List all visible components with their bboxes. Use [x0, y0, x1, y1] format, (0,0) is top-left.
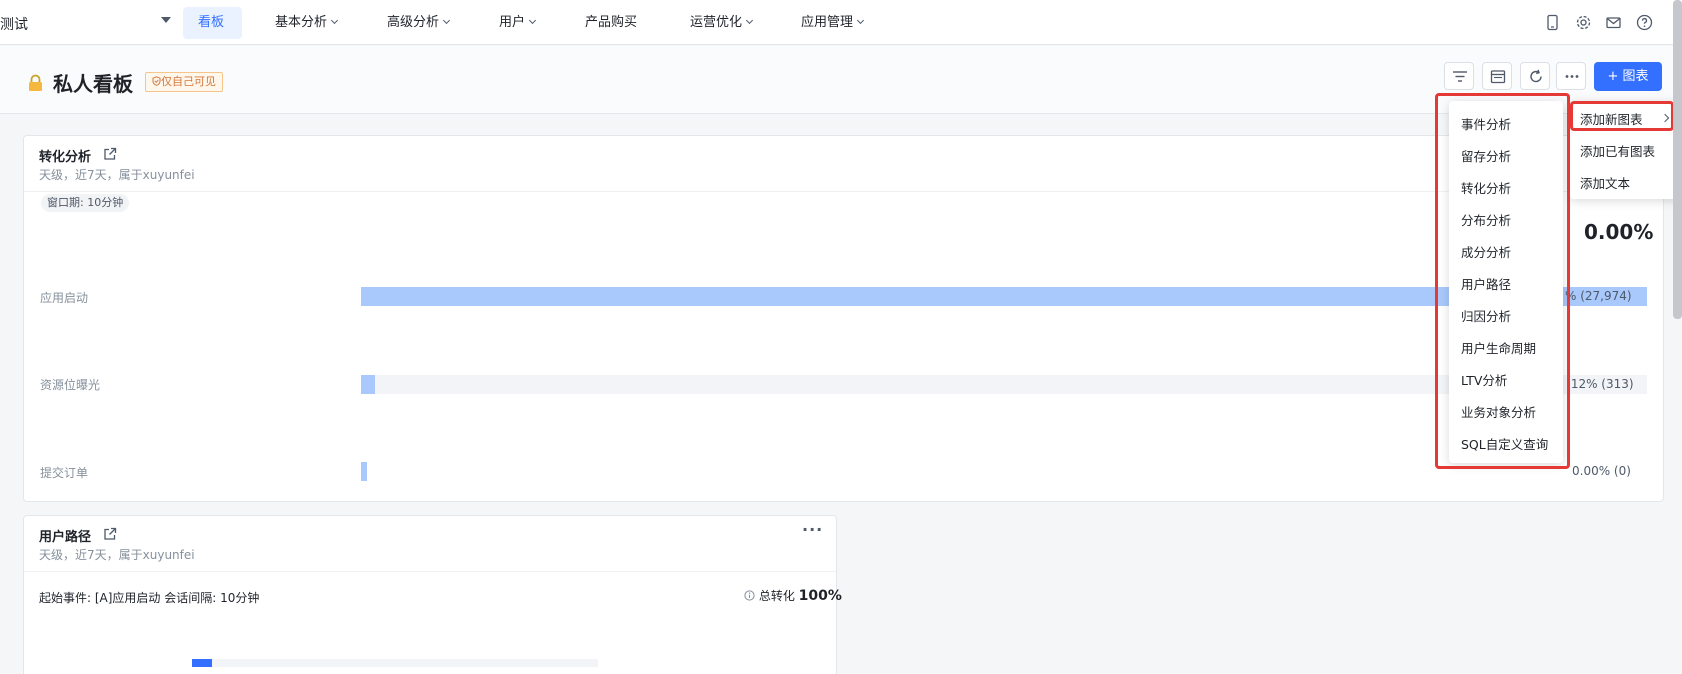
- funnel-bar: [361, 462, 367, 481]
- start-event-info: 起始事件: [A]应用启动 会话间隔: 10分钟: [39, 591, 260, 605]
- menu-item-add-text[interactable]: 添加文本: [1580, 173, 1630, 192]
- user-path-card: 用户路径 天级，近7天，属于xuyunfei ··· 起始事件: [A]应用启动…: [23, 515, 842, 674]
- divider: [24, 571, 836, 572]
- dashboard-header: 私人看板 仅自己可见 + 图表: [0, 46, 1682, 114]
- nav-label: 用户: [499, 15, 526, 30]
- window-period-tag: 窗口期: 10分钟: [41, 194, 130, 212]
- nav-item-users[interactable]: 用户: [499, 0, 537, 45]
- mobile-icon[interactable]: [1544, 14, 1561, 31]
- card-more-button[interactable]: ···: [802, 520, 823, 539]
- filter-button[interactable]: [1444, 62, 1474, 90]
- highlight-box-chart-types: [1435, 93, 1570, 469]
- menu-item-add-existing-chart[interactable]: 添加已有图表: [1580, 141, 1655, 160]
- total-conversion-label: 总转化: [758, 589, 795, 603]
- chevron-down-icon: [528, 16, 537, 25]
- external-link-icon[interactable]: [103, 527, 117, 541]
- settings-icon[interactable]: [1575, 14, 1592, 31]
- help-icon[interactable]: [1636, 14, 1653, 31]
- card-title: 用户路径: [39, 530, 92, 545]
- refresh-button[interactable]: [1520, 62, 1550, 90]
- nav-label: 应用管理: [801, 15, 854, 30]
- path-bar-track: [192, 659, 598, 667]
- external-link-icon[interactable]: [103, 147, 117, 161]
- more-actions-button[interactable]: [1556, 62, 1586, 90]
- top-nav: 测试 看板 基本分析 高级分析 用户 产品购买 运营优化 应用管理: [0, 0, 1682, 45]
- page-scrollbar[interactable]: [1673, 0, 1682, 319]
- funnel-step-value: .12% (313): [1567, 377, 1634, 391]
- page-title: 私人看板: [53, 72, 133, 96]
- funnel-step-value: 0.00% (0): [1572, 464, 1631, 478]
- nav-item-basic-analysis[interactable]: 基本分析: [275, 0, 339, 45]
- nav-label: 看板: [198, 15, 225, 30]
- add-chart-button[interactable]: + 图表: [1594, 62, 1662, 91]
- funnel-step-value: % (27,974): [1565, 289, 1632, 303]
- project-selector[interactable]: 测试: [0, 14, 28, 34]
- chevron-down-icon: [330, 16, 339, 25]
- info-icon[interactable]: [744, 590, 755, 601]
- nav-item-dashboard[interactable]: 看板: [198, 0, 224, 45]
- funnel-step-label: 资源位曝光: [40, 378, 101, 392]
- funnel-bar: [361, 375, 376, 394]
- nav-item-product-purchase[interactable]: 产品购买: [585, 0, 637, 45]
- caret-down-icon[interactable]: [161, 17, 171, 23]
- total-conversion-value: 100%: [798, 588, 842, 604]
- mail-icon[interactable]: [1605, 14, 1622, 31]
- divider: [24, 191, 1663, 192]
- date-range-button[interactable]: [1482, 62, 1512, 90]
- highlight-box-add-new-chart: [1570, 101, 1674, 131]
- total-conversion: 总转化 100%: [744, 587, 842, 604]
- lock-icon: [29, 74, 42, 91]
- funnel-step-label: 提交订单: [40, 466, 89, 480]
- refresh-icon: [1530, 69, 1542, 83]
- visibility-badge: 仅自己可见: [145, 72, 223, 92]
- funnel-step-label: 应用启动: [40, 291, 89, 305]
- filter-icon: [1453, 71, 1467, 82]
- path-bar: [192, 659, 212, 667]
- chevron-down-icon: [442, 16, 451, 25]
- nav-item-app-management[interactable]: 应用管理: [801, 0, 865, 45]
- chevron-down-icon: [856, 16, 865, 25]
- visibility-badge-label: 仅自己可见: [161, 75, 216, 88]
- funnel-analysis-card: 转化分析 天级，近7天，属于xuyunfei 窗口期: 10分钟 0.00% 应…: [23, 135, 1664, 502]
- shield-icon: [152, 76, 161, 86]
- more-icon: [1565, 75, 1579, 78]
- chevron-down-icon: [745, 16, 754, 25]
- calendar-icon: [1490, 70, 1506, 84]
- nav-label: 运营优化: [690, 15, 743, 30]
- overall-conversion-rate: 0.00%: [1584, 220, 1654, 244]
- nav-item-ops-optimization[interactable]: 运营优化: [690, 0, 754, 45]
- card-subtitle: 天级，近7天，属于xuyunfei: [39, 168, 195, 182]
- nav-label: 基本分析: [275, 15, 328, 30]
- nav-label: 产品购买: [585, 15, 638, 30]
- card-title: 转化分析: [39, 150, 92, 165]
- nav-item-advanced-analysis[interactable]: 高级分析: [387, 0, 451, 45]
- nav-label: 高级分析: [387, 15, 440, 30]
- card-subtitle: 天级，近7天，属于xuyunfei: [39, 548, 195, 562]
